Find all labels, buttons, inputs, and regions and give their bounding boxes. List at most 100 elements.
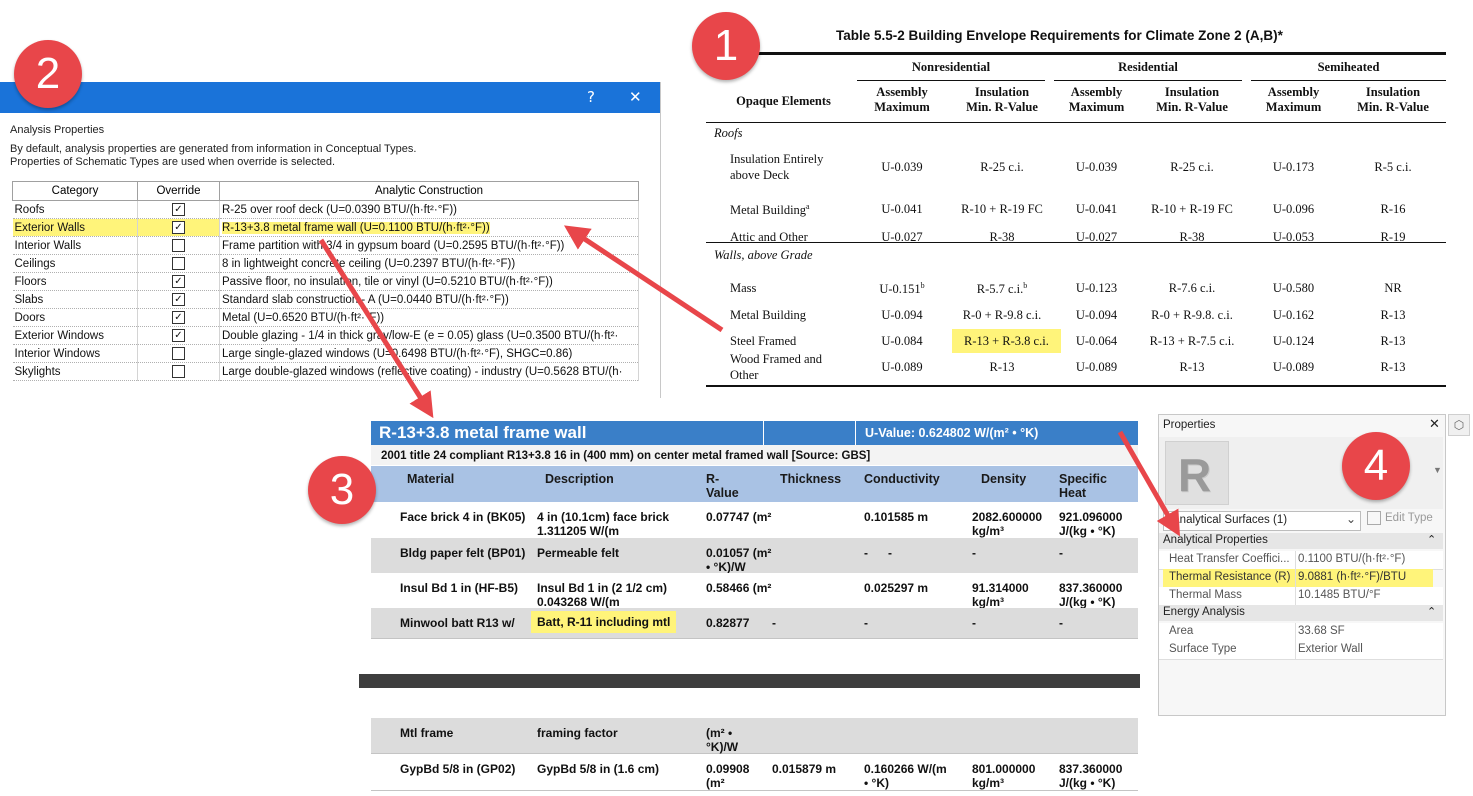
property-row[interactable]: Area 33.68 SF bbox=[1159, 623, 1443, 642]
property-row[interactable]: Heat Transfer Coeffici... 0.1100 BTU/(h·f… bbox=[1159, 551, 1443, 570]
analytic-construction-cell[interactable]: 8 in lightweight concrete ceiling (U=0.2… bbox=[219, 254, 639, 273]
type-selector[interactable]: Analytical Surfaces (1) ⌄ bbox=[1163, 511, 1361, 531]
override-checkbox[interactable] bbox=[172, 365, 185, 378]
construction-column-header: Thickness bbox=[780, 472, 842, 486]
analytic-construction-cell[interactable]: Standard slab construction - A (U=0.0440… bbox=[219, 290, 639, 309]
collapse-icon[interactable]: ⌃ bbox=[1427, 533, 1436, 546]
analytic-construction-cell[interactable]: Frame partition with 3/4 in gypsum board… bbox=[219, 236, 639, 255]
analytic-construction-cell[interactable]: Large double-glazed windows (reflective … bbox=[219, 362, 639, 381]
view-cube-icon[interactable]: ⬡ bbox=[1448, 414, 1470, 436]
properties-close-icon[interactable]: ✕ bbox=[1429, 417, 1440, 432]
analytic-construction-cell[interactable]: Large single-glazed windows (U=0.6498 BT… bbox=[219, 344, 639, 363]
requirement-value-cell: R-10 + R-19 FC bbox=[1151, 202, 1233, 216]
construction-column-header: Material bbox=[407, 472, 455, 486]
edit-type-icon bbox=[1367, 511, 1381, 525]
override-checkbox[interactable]: ✓ bbox=[172, 293, 185, 306]
category-row[interactable]: Floors ✓ Passive floor, no insulation, til… bbox=[12, 272, 639, 291]
override-checkbox[interactable] bbox=[172, 239, 185, 252]
override-cell: ✓ bbox=[137, 218, 220, 237]
edit-type-button[interactable]: Edit Type bbox=[1367, 511, 1433, 525]
close-button[interactable]: ✕ bbox=[629, 88, 642, 106]
material-row[interactable]: Bldg paper felt (BP01) Permeable felt 0.01… bbox=[371, 538, 1138, 574]
material-material-cell: Bldg paper felt (BP01) bbox=[400, 546, 526, 560]
collapse-icon[interactable]: ⌃ bbox=[1427, 605, 1436, 618]
material-row[interactable]: Face brick 4 in (BK05) 4 in (10.1cm) face… bbox=[371, 502, 1138, 539]
properties-section-header[interactable]: Energy Analysis ⌃ bbox=[1159, 605, 1443, 621]
analytic-construction-cell[interactable]: Metal (U=0.6520 BTU/(h·ft²·°F)) bbox=[219, 308, 639, 327]
override-checkbox[interactable]: ✓ bbox=[172, 329, 185, 342]
material-thickness-cell: - bbox=[772, 616, 776, 630]
category-row[interactable]: Slabs ✓ Standard slab construction - A (U=… bbox=[12, 290, 639, 309]
override-checkbox[interactable]: ✓ bbox=[172, 311, 185, 324]
override-checkbox[interactable] bbox=[172, 257, 185, 270]
analytic-construction-cell[interactable]: R-25 over roof deck (U=0.0390 BTU/(h·ft²… bbox=[219, 200, 639, 219]
assembly-maximum-subheader: Maximum bbox=[1068, 100, 1125, 114]
requirement-value-cell: U-0.162 bbox=[1272, 308, 1315, 322]
category-row[interactable]: Interior Windows Large single-glazed wind… bbox=[12, 344, 639, 363]
override-cell: ✓ bbox=[137, 272, 220, 291]
property-row[interactable]: Thermal Resistance (R) 9.0881 (h·ft²·°F)/… bbox=[1163, 569, 1433, 588]
category-row[interactable]: Ceilings 8 in lightweight concrete ceilin… bbox=[12, 254, 639, 273]
material-row[interactable]: Insul Bd 1 in (HF-B5) Insul Bd 1 in (2 1/… bbox=[371, 573, 1138, 609]
material-row[interactable]: GypBd 5/8 in (GP02) GypBd 5/8 in (1.6 cm)… bbox=[371, 754, 1138, 791]
category-row[interactable]: Doors ✓ Metal (U=0.6520 BTU/(h·ft²·°F)) bbox=[12, 308, 639, 327]
construction-details-continued: Mtl frame framing factor (m² • °K)/W GypBd … bbox=[371, 718, 1138, 791]
requirement-value-cell: R-38 bbox=[989, 230, 1015, 244]
property-value[interactable]: 33.68 SF bbox=[1298, 625, 1345, 637]
step-badge-2: 2 bbox=[14, 40, 82, 108]
help-button[interactable]: ? bbox=[587, 88, 595, 106]
property-value[interactable]: 9.0881 (h·ft²·°F)/BTU bbox=[1298, 571, 1406, 583]
material-r-value-cell: (m² • °K)/W bbox=[706, 726, 739, 754]
category-row[interactable]: Exterior Windows ✓ Double glazing - 1/4 in… bbox=[12, 326, 639, 345]
requirement-value-cell: U-0.094 bbox=[1075, 308, 1118, 322]
override-checkbox[interactable]: ✓ bbox=[172, 275, 185, 288]
override-cell: ✓ bbox=[137, 200, 220, 219]
dialog-description-line-2: Properties of Schematic Types are used w… bbox=[10, 156, 336, 168]
material-r-value-cell: 0.09908 (m² bbox=[706, 762, 750, 790]
column-header-analytic-construction[interactable]: Analytic Construction bbox=[219, 181, 639, 201]
override-checkbox[interactable]: ✓ bbox=[172, 203, 185, 216]
material-description-cell: GypBd 5/8 in (1.6 cm) bbox=[537, 762, 660, 776]
construction-column-header: Density bbox=[981, 472, 1027, 486]
category-row[interactable]: Roofs ✓ R-25 over roof deck (U=0.0390 BTU/… bbox=[12, 200, 639, 219]
category-row[interactable]: Skylights Large double-glazed windows (re… bbox=[12, 362, 639, 381]
property-row[interactable]: Surface Type Exterior Wall bbox=[1159, 641, 1443, 660]
step-badge-1: 1 bbox=[692, 12, 760, 80]
requirement-value-cell: R-0 + R-9.8 c.i. bbox=[962, 308, 1042, 322]
category-cell: Slabs bbox=[12, 290, 138, 309]
property-value[interactable]: 0.1100 BTU/(h·ft²·°F) bbox=[1298, 553, 1405, 565]
column-header-category[interactable]: Category bbox=[12, 181, 138, 201]
material-density-cell: 2082.600000 kg/m³ bbox=[972, 510, 1043, 538]
property-row[interactable]: Thermal Mass 10.1485 BTU/°F bbox=[1159, 587, 1443, 606]
assembly-maximum-subheader: Assembly bbox=[1267, 85, 1320, 99]
analytic-construction-cell[interactable]: Double glazing - 1/4 in thick gray/low-E… bbox=[219, 326, 639, 345]
material-row[interactable]: Minwool batt R13 w/Batt, R-11 including … bbox=[371, 608, 1138, 639]
category-row[interactable]: Interior Walls Frame partition with 3/4 i… bbox=[12, 236, 639, 255]
step-badge-4: 4 bbox=[1342, 432, 1410, 500]
insulation-min-r-subheader: Insulation bbox=[1365, 85, 1421, 99]
construction-title: R-13+3.8 metal frame wall bbox=[379, 423, 587, 442]
override-cell bbox=[137, 236, 220, 255]
requirement-value-cell: R-5.7 c.i.b bbox=[976, 281, 1028, 297]
group-header-residential: Residential bbox=[1118, 60, 1178, 74]
property-name: Area bbox=[1169, 625, 1194, 637]
property-value[interactable]: Exterior Wall bbox=[1298, 643, 1363, 655]
preview-dropdown-icon[interactable]: ▼ bbox=[1433, 465, 1442, 475]
opaque-elements-header: Opaque Elements bbox=[736, 94, 831, 108]
material-row[interactable]: Mtl frame framing factor (m² • °K)/W bbox=[371, 718, 1138, 754]
category-row[interactable]: Exterior Walls ✓ R-13+3.8 metal frame wall… bbox=[12, 218, 639, 237]
requirement-value-cell: U-0.039 bbox=[881, 160, 923, 174]
properties-section-header[interactable]: Analytical Properties ⌃ bbox=[1159, 533, 1443, 549]
property-name: Surface Type bbox=[1169, 643, 1237, 655]
analytic-construction-cell[interactable]: R-13+3.8 metal frame wall (U=0.1100 BTU/… bbox=[219, 218, 639, 237]
analytic-construction-cell[interactable]: Passive floor, no insulation, tile or vi… bbox=[219, 272, 639, 291]
override-checkbox[interactable] bbox=[172, 347, 185, 360]
opaque-element-label: Attic and Other bbox=[730, 230, 808, 244]
override-checkbox[interactable]: ✓ bbox=[172, 221, 185, 234]
requirement-value-cell: U-0.084 bbox=[881, 334, 923, 348]
footnote-marker: a bbox=[806, 202, 810, 211]
requirement-value-cell: U-0.089 bbox=[881, 360, 923, 374]
property-value[interactable]: 10.1485 BTU/°F bbox=[1298, 589, 1381, 601]
column-header-override[interactable]: Override bbox=[137, 181, 220, 201]
analysis-properties-group-label: Analysis Properties bbox=[10, 124, 105, 136]
